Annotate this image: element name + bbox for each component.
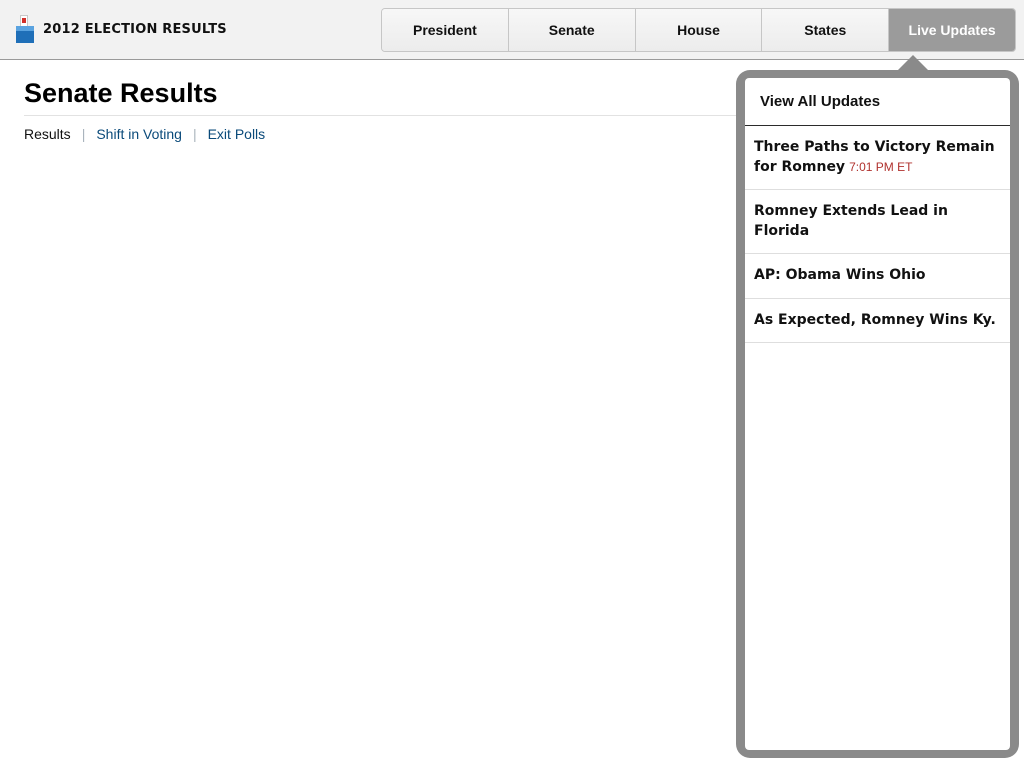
update-item[interactable]: Romney Extends Lead in Florida [745, 190, 1010, 254]
update-headline: AP: Obama Wins Ohio [754, 267, 926, 283]
view-all-updates-link[interactable]: View All Updates [745, 78, 1010, 126]
section-nav: President Senate House States Live Updat… [381, 8, 1016, 52]
subnav-shift-in-voting[interactable]: Shift in Voting [96, 126, 182, 142]
popover-content: View All Updates Three Paths to Victory … [745, 78, 1010, 750]
page-title: Senate Results [24, 78, 218, 108]
update-item[interactable]: Three Paths to Victory Remain for Romney… [745, 126, 1010, 190]
subnav-separator: | [81, 126, 86, 142]
update-item[interactable]: AP: Obama Wins Ohio [745, 254, 1010, 299]
tab-president[interactable]: President [382, 9, 509, 51]
sub-navigation: Results | Shift in Voting | Exit Polls [24, 126, 265, 142]
live-updates-popover: View All Updates Three Paths to Victory … [736, 70, 1019, 758]
update-headline: Romney Extends Lead in Florida [754, 203, 948, 239]
subnav-exit-polls[interactable]: Exit Polls [208, 126, 266, 142]
brand-title: 2012 ELECTION RESULTS [43, 21, 227, 37]
tab-senate[interactable]: Senate [508, 9, 636, 51]
ballot-box-icon [16, 15, 34, 43]
tab-house[interactable]: House [635, 9, 763, 51]
tab-states[interactable]: States [762, 9, 890, 51]
subnav-separator: | [192, 126, 197, 142]
top-bar: 2012 ELECTION RESULTS President Senate H… [0, 0, 1024, 60]
subnav-results[interactable]: Results [24, 126, 71, 142]
update-item[interactable]: As Expected, Romney Wins Ky. [745, 299, 1010, 343]
brand[interactable]: 2012 ELECTION RESULTS [16, 14, 227, 44]
update-timestamp: 7:01 PM ET [849, 159, 913, 174]
title-divider [24, 115, 740, 116]
update-headline: As Expected, Romney Wins Ky. [754, 311, 996, 328]
tab-live-updates[interactable]: Live Updates [889, 9, 1015, 51]
